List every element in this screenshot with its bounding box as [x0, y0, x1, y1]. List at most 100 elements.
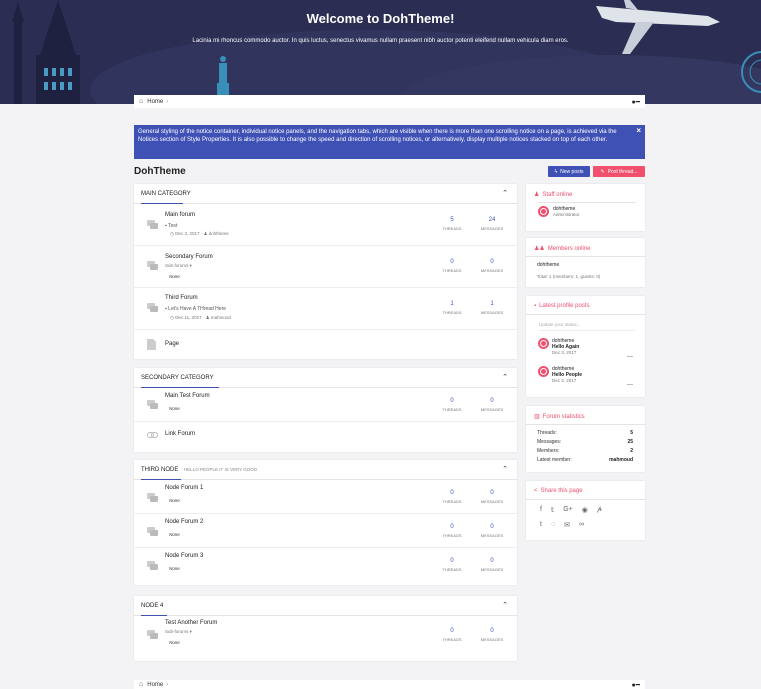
messages-label: MESSAGES	[480, 637, 504, 642]
forum-title[interactable]: Node Forum 1	[165, 485, 203, 491]
category-header: NODE 4 ⌃	[134, 596, 517, 616]
no-posts-text: None	[169, 532, 180, 537]
breadcrumb: ⌂ Home › ●━	[134, 680, 645, 689]
category-description: HELLO PEOPLE IT IS VERY GOOD	[184, 467, 258, 472]
tumblr-icon[interactable]: t	[540, 521, 542, 529]
status-input[interactable]: Update your status...	[539, 322, 635, 331]
forum-title[interactable]: Node Forum 3	[165, 553, 203, 559]
category-title[interactable]: THIRD NODE	[141, 467, 178, 473]
whatsapp-icon[interactable]: ◌	[551, 521, 555, 529]
forum-title[interactable]: Test Another Forum	[165, 620, 217, 626]
style-toggle-icon[interactable]: ●━	[632, 98, 640, 106]
last-post-meta: ◷ Dec 11, 2017 · ♟ mahmoud	[170, 315, 231, 320]
last-post-date[interactable]: Dec 3, 2017	[175, 231, 199, 236]
threads-stat: 0 THREADS	[437, 490, 467, 504]
home-icon[interactable]: ⌂	[139, 98, 143, 105]
messages-label: MESSAGES	[480, 310, 504, 315]
link-forum-title[interactable]: Link Forum	[165, 431, 195, 437]
messages-label: MESSAGES	[480, 407, 504, 412]
forum-title[interactable]: Node Forum 2	[165, 519, 203, 525]
chevron-up-icon[interactable]: ⌃	[502, 601, 508, 609]
stat-value[interactable]: mahmoud	[609, 457, 633, 463]
category-title[interactable]: SECONDARY CATEGORY	[141, 375, 214, 381]
post-thread-button[interactable]: ✎ Post thread...	[593, 166, 645, 177]
online-member[interactable]: dohtheme	[537, 262, 559, 268]
category-header: SECONDARY CATEGORY ⌃	[134, 368, 517, 388]
email-icon[interactable]: ✉	[564, 521, 570, 529]
forum-title[interactable]: Main Test Forum	[165, 393, 210, 399]
breadcrumb-home-link[interactable]: Home	[147, 682, 163, 688]
staff-user[interactable]: dohtheme Administrator	[538, 206, 580, 217]
new-posts-button[interactable]: ϟ New posts	[548, 166, 590, 177]
avatar[interactable]	[538, 366, 549, 377]
stat-label: Messages:	[537, 439, 562, 445]
last-post-date[interactable]: Dec 11, 2017	[175, 315, 201, 320]
chevron-up-icon[interactable]: ⌃	[502, 465, 508, 473]
reddit-icon[interactable]: ◉	[582, 506, 588, 514]
last-post-user[interactable]: mahmoud	[211, 315, 231, 320]
category-header: THIRD NODE HELLO PEOPLE IT IS VERY GOOD …	[134, 460, 517, 480]
more-icon[interactable]: —	[627, 354, 633, 360]
forum-title[interactable]: Third Forum	[165, 295, 198, 301]
threads-stat: 0 THREADS	[437, 558, 467, 572]
last-post-user[interactable]: dohtheme	[209, 231, 229, 236]
no-posts-text: None	[169, 274, 180, 279]
threads-stat: 0 THREADS	[437, 259, 467, 273]
user-icon: ♟	[534, 192, 540, 198]
messages-count: 0	[490, 490, 494, 496]
threads-count: 0	[450, 524, 454, 530]
widget-header: ▥ Forum statistics	[526, 406, 645, 425]
chevron-up-icon[interactable]: ⌃	[502, 189, 508, 197]
threads-label: THREADS	[442, 499, 462, 504]
forum-icon	[147, 561, 158, 570]
messages-stat: 0 MESSAGES	[477, 524, 507, 538]
forum-row: Node Forum 2 None 0 THREADS 0 MESSAGES	[134, 514, 517, 548]
avatar[interactable]	[538, 206, 549, 217]
forum-row: Node Forum 3 None 0 THREADS 0 MESSAGES	[134, 548, 517, 582]
page-title: DohTheme	[134, 166, 186, 177]
last-thread-link[interactable]: ▪ Let's Have A THread Here	[165, 306, 226, 312]
bar-chart-icon: ▥	[534, 414, 540, 420]
chevron-up-icon[interactable]: ⌃	[502, 373, 508, 381]
breadcrumb-home-link[interactable]: Home	[147, 99, 163, 105]
post-date[interactable]: Dec 3, 2017	[552, 378, 582, 383]
style-toggle-icon[interactable]: ●━	[632, 681, 640, 689]
category-title[interactable]: NODE 4	[141, 603, 163, 609]
widget-title: Staff online	[542, 192, 573, 198]
comment-icon: ▪	[534, 303, 537, 309]
hero-banner: Welcome to DohTheme! Lacinia mi rhoncus …	[0, 0, 761, 104]
last-thread-link[interactable]: ▪ Test	[165, 223, 177, 229]
stat-value: 5	[630, 430, 633, 436]
users-icon: ♟♟	[534, 246, 545, 252]
forum-icon	[147, 527, 158, 536]
messages-stat: 0 MESSAGES	[477, 490, 507, 504]
forum-row: Secondary Forum Sub-forums ▾ None 0 THREA…	[134, 246, 517, 288]
forum-title[interactable]: Main forum	[165, 212, 195, 218]
link-icon[interactable]: ∞	[579, 521, 584, 529]
messages-label: MESSAGES	[480, 567, 504, 572]
widget-header: ♟ Staff online	[526, 184, 645, 203]
threads-stat: 5 THREADS	[437, 217, 467, 231]
avatar[interactable]	[538, 338, 549, 349]
messages-count: 24	[488, 217, 496, 223]
twitter-icon[interactable]: 𝕥	[551, 506, 554, 514]
close-icon[interactable]: ×	[636, 126, 641, 135]
share-icons-row: t ◌ ✉ ∞	[540, 521, 584, 529]
no-posts-text: None	[169, 640, 180, 645]
stat-label: Threads:	[537, 430, 557, 436]
more-icon[interactable]: —	[627, 382, 633, 388]
messages-label: MESSAGES	[480, 226, 504, 231]
google-plus-icon[interactable]: G+	[563, 506, 573, 514]
pinterest-icon[interactable]: 𝓅	[597, 506, 602, 514]
sub-forums-toggle[interactable]: Sub-forums ▾	[165, 629, 192, 635]
forum-title[interactable]: Secondary Forum	[165, 254, 213, 260]
post-date[interactable]: Dec 3, 2017	[552, 350, 579, 355]
messages-stat: 0 MESSAGES	[477, 259, 507, 273]
home-icon[interactable]: ⌂	[139, 681, 143, 688]
ferris-wheel-illustration	[741, 51, 761, 93]
category-title[interactable]: MAIN CATEGORY	[141, 191, 191, 197]
sub-forums-toggle[interactable]: Sub-forums ▾	[165, 263, 192, 269]
facebook-icon[interactable]: f	[540, 506, 542, 514]
page-title-link[interactable]: Page	[165, 341, 179, 347]
category-block: MAIN CATEGORY ⌃ Main forum ▪ Test ◷ Dec …	[134, 184, 517, 359]
